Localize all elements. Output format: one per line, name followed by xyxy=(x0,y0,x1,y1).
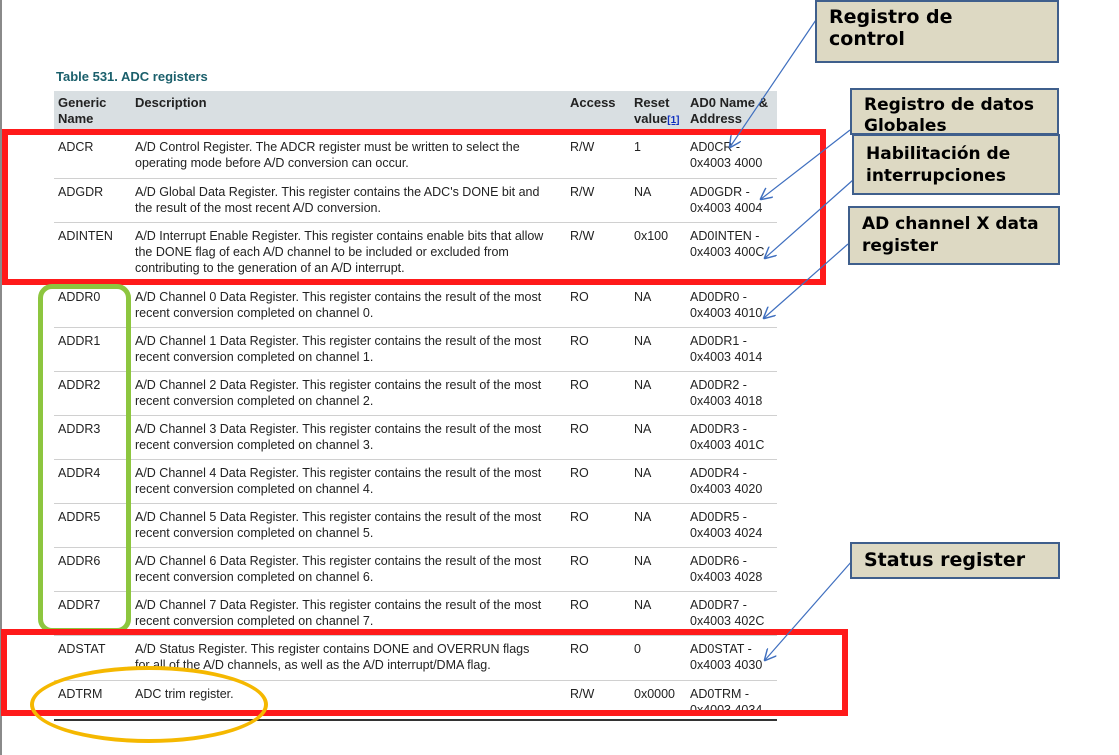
callout-status-register: Status register xyxy=(850,542,1060,579)
control-connector xyxy=(730,13,821,147)
callout-control-line1: Registro de xyxy=(829,6,953,28)
callout-control-register: Registro de control xyxy=(815,0,1059,63)
callout-global-data-register: Registro de datos Globales xyxy=(850,88,1059,135)
global-data-connector xyxy=(761,129,851,199)
channel-data-connector xyxy=(764,243,849,318)
callout-channel-data-register: AD channel X data register xyxy=(848,206,1060,265)
callout-control-line2: control xyxy=(829,28,905,50)
callout-interrupts-line2: interrupciones xyxy=(866,166,1006,186)
callout-interrupt-enable: Habilitación de interrupciones xyxy=(852,134,1060,195)
callout-global-line2: Globales xyxy=(864,116,947,135)
callout-global-line1: Registro de datos xyxy=(864,95,1035,115)
interrupts-connector xyxy=(765,179,854,258)
callout-status-line1: Status register xyxy=(864,549,1026,571)
status-connector xyxy=(765,560,853,660)
callout-channel-line2: register xyxy=(862,236,939,256)
callout-interrupts-line1: Habilitación de xyxy=(866,144,1011,164)
callout-channel-line1: AD channel X data xyxy=(862,214,1039,234)
